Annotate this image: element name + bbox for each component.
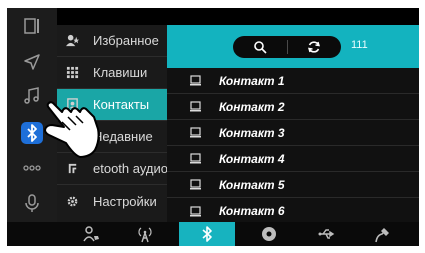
status-strip — [57, 8, 419, 25]
touch-hand-icon — [44, 101, 100, 158]
contacts-count: 111 — [351, 39, 368, 51]
search-icon — [254, 41, 267, 54]
contact-name: Контакт 3 — [219, 125, 285, 140]
usb-icon[interactable] — [303, 222, 351, 246]
menu-item-label: Клавиши — [93, 65, 148, 80]
bluetooth-icon[interactable] — [179, 222, 235, 246]
contact-name: Контакт 2 — [219, 99, 285, 114]
contact-row[interactable]: Контакт 6 — [167, 198, 419, 224]
antenna-icon[interactable] — [121, 222, 169, 246]
contact-name: Контакт 4 — [219, 151, 285, 166]
menu-item-label: Избранное — [93, 33, 159, 48]
contact-row[interactable]: Контакт 1 — [167, 68, 419, 94]
sync-icon — [308, 41, 320, 53]
menu-item-favorites[interactable]: Избранное — [57, 25, 167, 57]
menu-item-label: etooth аудио — [93, 161, 167, 176]
contacts-header: 111 — [167, 25, 419, 68]
contact-row[interactable]: Контакт 4 — [167, 146, 419, 172]
contact-card-icon — [189, 75, 201, 87]
phone-icon[interactable] — [67, 222, 115, 246]
contact-row[interactable]: Контакт 5 — [167, 172, 419, 198]
menu-item-label: Настройки — [93, 193, 157, 209]
search-button[interactable] — [233, 36, 287, 58]
disc-icon[interactable] — [245, 222, 293, 246]
window-icon[interactable] — [20, 14, 44, 38]
aux-icon[interactable] — [359, 222, 407, 246]
keypad-icon — [65, 66, 79, 80]
navigation-icon[interactable] — [20, 50, 44, 74]
menu-item-keypad[interactable]: Клавиши — [57, 57, 167, 89]
contacts-panel: 111 Контакт 1 Контакт 2 Контакт 3 Контак… — [167, 25, 419, 222]
device-frame: Избранное Клавиши Контакты Недавние etoo… — [0, 0, 425, 253]
contact-card-icon — [189, 179, 201, 191]
contact-name: Контакт 6 — [219, 204, 285, 218]
sync-button[interactable] — [287, 36, 341, 58]
favorites-contact-icon — [65, 34, 79, 48]
settings-icon — [65, 194, 79, 208]
contact-row[interactable]: Контакт 3 — [167, 120, 419, 146]
header-controls — [233, 36, 341, 58]
contact-row[interactable]: Контакт 2 — [167, 94, 419, 120]
microphone-icon[interactable] — [20, 191, 44, 215]
contact-card-icon — [189, 205, 201, 217]
contact-name: Контакт 1 — [219, 73, 285, 88]
contact-name: Контакт 5 — [219, 177, 285, 192]
contact-card-icon — [189, 127, 201, 139]
contact-card-icon — [189, 153, 201, 165]
menu-item-settings[interactable]: Настройки — [57, 185, 167, 217]
contact-card-icon — [189, 101, 201, 113]
source-bar — [7, 222, 419, 246]
